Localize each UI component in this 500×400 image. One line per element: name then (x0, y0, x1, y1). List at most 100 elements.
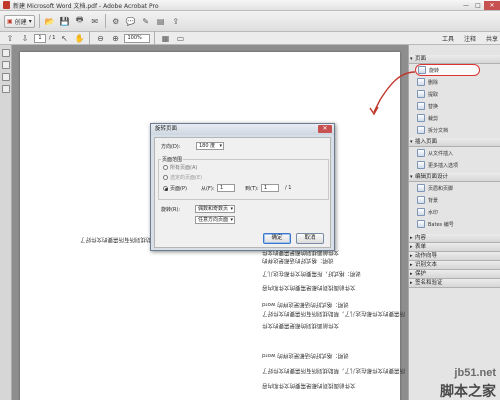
chevron-down-icon: ▾ (28, 17, 32, 25)
insert-tool-item[interactable]: 更多插入选项 (409, 159, 500, 171)
share-icon[interactable]: ⇪ (170, 15, 182, 27)
ok-button[interactable]: 确定 (263, 233, 291, 244)
page-tool-item[interactable]: 删除 (409, 76, 500, 88)
from-input[interactable]: 1 (217, 184, 235, 192)
direction-label: 方向(D): (161, 144, 181, 150)
from-label: 从(F): (201, 186, 215, 192)
pages-label: 页面(P) (170, 186, 187, 192)
select-tool-icon[interactable]: ↖ (58, 32, 70, 44)
rotate-pages-dialog: 旋转页面 ✕ 方向(D): 180 度 页面范围 所有页面(A) 选定的页面(E… (150, 123, 335, 251)
section-header[interactable]: 签名和验证 (409, 279, 500, 288)
document-line: 文件前面找到的都是需要的文件和内容 (262, 284, 356, 290)
fit-width-icon[interactable]: ▭ (174, 32, 186, 44)
navigation-toolbar: ⇧ ⇩ 1 / 1 ↖ ✋ ⊖ ⊕ 100% ▦ ▭ 工具 注释 共享 (0, 31, 500, 45)
direction-select[interactable]: 180 度 (196, 142, 224, 150)
section-header[interactable]: 动作向导 (409, 252, 500, 261)
orientation-select[interactable]: 任意方向页面 (195, 216, 235, 224)
watermark-url: jb51.net (454, 367, 496, 379)
separator (154, 31, 156, 45)
settings-icon[interactable]: ⚙ (110, 15, 122, 27)
page-tool-label: 删除 (428, 79, 439, 86)
cancel-button[interactable]: 取消 (296, 233, 324, 244)
section-header[interactable]: 内容 (409, 234, 500, 243)
separator (38, 14, 40, 28)
to-input[interactable]: 1 (261, 184, 279, 192)
page-number-input[interactable]: 1 (34, 33, 46, 43)
document-line: 说明：格式好，所需要的文件都在这儿了，帮助找到所有所需要的文件好了 (262, 310, 408, 316)
save-icon[interactable]: 💾 (59, 15, 71, 27)
maximize-button[interactable]: □ (472, 1, 484, 10)
rotate-label: 旋转(R): (161, 207, 181, 213)
bookmarks-icon[interactable] (2, 61, 10, 69)
site-watermark: jb51.net 脚本之家 (430, 365, 500, 400)
window-title: 新建 Microsoft Word 文档.pdf - Adobe Acrobat… (13, 2, 159, 10)
fit-page-icon[interactable]: ▦ (159, 32, 171, 44)
page-tool-item[interactable]: 旋转 (415, 64, 480, 76)
stamp-icon[interactable]: ▤ (155, 15, 167, 27)
close-window-button[interactable]: ✕ (484, 0, 500, 10)
pages-radio[interactable] (163, 186, 168, 191)
minimize-button[interactable]: — (460, 1, 472, 10)
design-tool-label: 背景 (428, 197, 439, 204)
acrobat-icon (3, 1, 10, 9)
separator (104, 14, 106, 28)
design-tool-label: Bates 编号 (428, 221, 454, 228)
selected-pages-label: 选定的页面(E) (170, 175, 203, 181)
page-tool-item[interactable]: 拆分文档 (409, 124, 500, 136)
insert-tool-item[interactable]: 从文件插入 (409, 147, 500, 159)
document-line: 文件前面找到的都是需要的文件 (262, 322, 340, 328)
page-thumbnails-icon[interactable] (2, 49, 10, 57)
page-tool-item[interactable]: 提取 (409, 88, 500, 100)
document-line: 说明：格式好的话都是这样的 (262, 257, 334, 263)
design-tool-item[interactable]: 背景 (409, 194, 500, 206)
all-pages-label: 所有页面(A) (170, 165, 198, 171)
section-design-header[interactable]: 编辑页面设计 (409, 173, 500, 182)
hand-tool-icon[interactable]: ✋ (73, 32, 85, 44)
zoom-select[interactable]: 100% (124, 33, 151, 43)
design-tool-icon (417, 208, 425, 216)
main-toolbar: ▣ 创建 ▾ 📂 💾 🖶 ✉ ⚙ 💬 ✎ ▤ ⇪ (0, 11, 500, 32)
section-insert-header[interactable]: 插入页面 (409, 138, 500, 147)
open-folder-icon[interactable]: 📂 (44, 15, 56, 27)
selected-pages-radio[interactable] (163, 175, 168, 180)
tab-comment[interactable]: 注释 (464, 34, 476, 43)
page-tool-item[interactable]: 裁剪 (409, 112, 500, 124)
page-total-label: / 1 (285, 185, 292, 191)
page-tool-label: 旋转 (429, 67, 440, 74)
signatures-icon[interactable] (2, 85, 10, 93)
tab-share[interactable]: 共享 (486, 34, 498, 43)
create-button[interactable]: ▣ 创建 ▾ (4, 14, 35, 28)
design-tool-item[interactable]: Bates 编号 (409, 218, 500, 230)
email-icon[interactable]: ✉ (89, 15, 101, 27)
page-tool-item[interactable]: 替换 (409, 100, 500, 112)
navigation-pane (0, 45, 12, 400)
next-page-icon[interactable]: ⇩ (19, 32, 31, 44)
attachments-icon[interactable] (2, 73, 10, 81)
all-pages-radio[interactable] (163, 165, 168, 170)
insert-tool-label: 从文件插入 (428, 150, 454, 157)
section-header[interactable]: 表单 (409, 243, 500, 252)
section-header[interactable]: 保护 (409, 270, 500, 279)
dialog-close-button[interactable]: ✕ (318, 125, 332, 133)
zoom-in-icon[interactable]: ⊕ (109, 32, 121, 44)
print-icon[interactable]: 🖶 (74, 15, 86, 27)
tab-tools[interactable]: 工具 (442, 34, 454, 43)
section-header[interactable]: 识别文本 (409, 261, 500, 270)
document-line: 文件前面找到的都是需要的文件和内容 (262, 382, 356, 388)
edit-icon[interactable]: ✎ (140, 15, 152, 27)
page-tool-label: 拆分文档 (428, 127, 449, 134)
zoom-out-icon[interactable]: ⊖ (94, 32, 106, 44)
insert-tool-icon (417, 161, 425, 169)
rotate-pages-select[interactable]: 偶数和奇数页 (195, 205, 235, 213)
comment-icon[interactable]: 💬 (125, 15, 137, 27)
design-tool-label: 页眉和页脚 (428, 185, 454, 192)
design-tool-item[interactable]: 页眉和页脚 (409, 182, 500, 194)
page-tool-icon (417, 126, 425, 134)
previous-page-icon[interactable]: ⇧ (4, 32, 16, 44)
document-line: 说明：格式好，所需要的文件都在这儿了，帮助找到所有所需要的文件好了 (262, 367, 408, 373)
tools-panel: 页面 旋转删除提取替换裁剪拆分文档 插入页面 从文件插入更多插入选项 编辑页面设… (408, 45, 500, 400)
dialog-body: 方向(D): 180 度 页面范围 所有页面(A) 选定的页面(E) 页面(P)… (154, 137, 331, 248)
section-pages-header[interactable]: 页面 (409, 55, 500, 64)
design-tool-icon (417, 220, 425, 228)
design-tool-item[interactable]: 水印 (409, 206, 500, 218)
